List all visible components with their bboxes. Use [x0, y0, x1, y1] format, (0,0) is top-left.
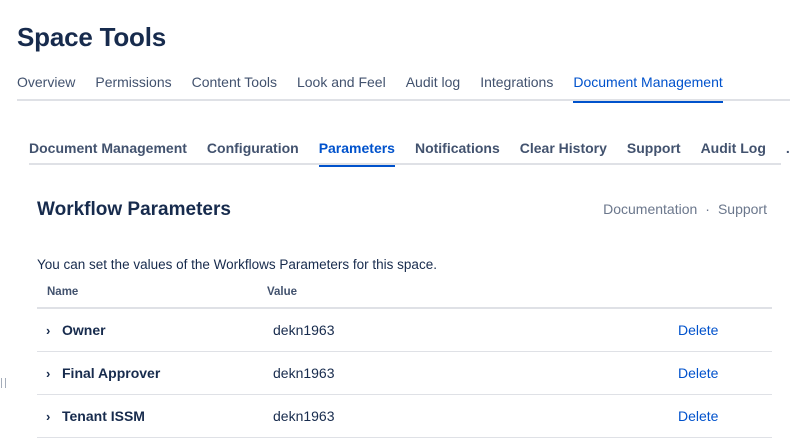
tab-content-tools[interactable]: Content Tools	[192, 73, 297, 101]
parameter-name: Tenant ISSM	[62, 408, 145, 424]
sub-nav-tabs: Document Management Configuration Parame…	[29, 139, 790, 167]
tab-integrations[interactable]: Integrations	[480, 73, 573, 101]
help-links: Documentation · Support	[603, 201, 767, 217]
chevron-right-icon: ›	[46, 322, 51, 338]
parameter-name: Owner	[62, 322, 106, 338]
table-row: › Owner dekn1963 Delete	[37, 309, 772, 352]
top-nav-tabs: Overview Permissions Content Tools Look …	[17, 73, 790, 103]
tab-look-and-feel[interactable]: Look and Feel	[297, 73, 406, 101]
tab-audit-log[interactable]: Audit log	[406, 73, 480, 101]
delete-button[interactable]: Delete	[678, 365, 718, 381]
table-header: Name Value	[37, 281, 772, 309]
tab-permissions[interactable]: Permissions	[95, 73, 191, 101]
subtab-notifications[interactable]: Notifications	[415, 139, 520, 165]
row-expand-toggle[interactable]: › Final Approver	[37, 365, 273, 381]
table-row: › Tenant ISSM dekn1963 Delete	[37, 395, 772, 438]
subtab-parameters[interactable]: Parameters	[318, 139, 415, 167]
parameters-table: Name Value › Owner dekn1963 Delete › Fin…	[37, 281, 772, 438]
subtab-document-management[interactable]: Document Management	[29, 139, 207, 165]
parameter-name: Final Approver	[62, 365, 161, 381]
section-title: Workflow Parameters	[37, 199, 231, 220]
tab-document-management[interactable]: Document Management	[573, 73, 742, 103]
more-tabs-button[interactable]: ...	[786, 139, 790, 165]
row-expand-toggle[interactable]: › Owner	[37, 322, 273, 338]
subtab-clear-history[interactable]: Clear History	[520, 139, 627, 165]
chevron-right-icon: ›	[46, 365, 51, 381]
subtab-support[interactable]: Support	[627, 139, 701, 165]
support-link[interactable]: Support	[718, 201, 767, 217]
parameter-value: dekn1963	[273, 322, 335, 338]
column-header-value: Value	[267, 286, 298, 298]
subtab-configuration[interactable]: Configuration	[207, 139, 319, 165]
section-description: You can set the values of the Workflows …	[37, 257, 437, 272]
chevron-right-icon: ›	[46, 408, 51, 424]
drag-handle-icon[interactable]	[1, 378, 6, 388]
subtab-audit-log[interactable]: Audit Log	[701, 139, 786, 165]
link-separator: ·	[705, 201, 710, 217]
table-row: › Final Approver dekn1963 Delete	[37, 352, 772, 395]
tab-overview[interactable]: Overview	[17, 73, 95, 101]
parameter-value: dekn1963	[273, 365, 335, 381]
parameter-value: dekn1963	[273, 408, 335, 424]
delete-button[interactable]: Delete	[678, 322, 718, 338]
row-expand-toggle[interactable]: › Tenant ISSM	[37, 408, 273, 424]
column-header-name: Name	[47, 286, 79, 298]
delete-button[interactable]: Delete	[678, 408, 718, 424]
page-title: Space Tools	[17, 22, 167, 52]
documentation-link[interactable]: Documentation	[603, 201, 697, 217]
